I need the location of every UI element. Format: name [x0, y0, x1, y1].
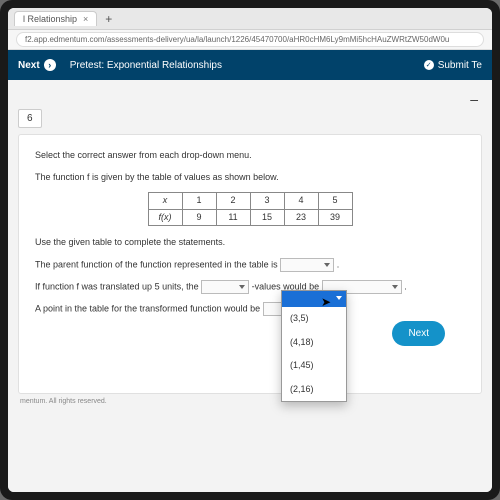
stmt-line4: A point in the table for the transformed…	[35, 302, 465, 316]
minimize-icon[interactable]: –	[470, 91, 478, 107]
dropdown-parent-function[interactable]	[280, 258, 334, 272]
question-card: Select the correct answer from each drop…	[18, 134, 482, 394]
browser-url-bar: f2.app.edmentum.com/assessments-delivery…	[8, 30, 492, 50]
intro-text: The function f is given by the table of …	[35, 171, 465, 185]
url-field[interactable]: f2.app.edmentum.com/assessments-delivery…	[16, 32, 484, 47]
browser-tab[interactable]: l Relationship ×	[14, 11, 97, 26]
arrow-right-icon: ›	[44, 59, 56, 71]
app-header: Next › Pretest: Exponential Relationship…	[8, 50, 492, 80]
stmt-line1: Use the given table to complete the stat…	[35, 236, 465, 250]
dropdown-selected-blank[interactable]	[282, 291, 346, 307]
close-icon[interactable]: ×	[83, 14, 88, 24]
submit-label: Submit Te	[438, 60, 482, 71]
page-title: Pretest: Exponential Relationships	[70, 60, 222, 71]
question-number: 6	[18, 109, 42, 128]
function-table: x 1 2 3 4 5 f(x) 9 11 15 23 39	[148, 192, 353, 226]
footer-text: mentum. All rights reserved.	[18, 394, 482, 409]
new-tab-icon[interactable]: +	[105, 12, 112, 26]
dropdown-option[interactable]: (2,16)	[282, 378, 346, 402]
instruction-text: Select the correct answer from each drop…	[35, 149, 465, 163]
dropdown-values-type[interactable]	[201, 280, 249, 294]
table-row: f(x) 9 11 15 23 39	[148, 209, 352, 226]
next-button[interactable]: Next	[392, 321, 445, 346]
check-icon: ✓	[424, 60, 434, 70]
submit-test-button[interactable]: ✓ Submit Te	[424, 60, 482, 71]
dropdown-option[interactable]: (1,45)	[282, 354, 346, 378]
browser-tab-strip: l Relationship × +	[8, 8, 492, 30]
dropdown-option[interactable]: (3,5)	[282, 307, 346, 331]
tab-title: l Relationship	[23, 14, 77, 24]
stmt-line3: If function f was translated up 5 units,…	[35, 280, 465, 294]
dropdown-option[interactable]: (4,18)	[282, 331, 346, 355]
header-next-label: Next	[18, 60, 40, 71]
stmt-line2: The parent function of the function repr…	[35, 258, 465, 272]
header-next-button[interactable]: Next ›	[18, 59, 56, 71]
content-area: – 6 Select the correct answer from each …	[8, 80, 492, 492]
dropdown-point-open: (3,5) (4,18) (1,45) (2,16)	[281, 290, 347, 402]
table-row: x 1 2 3 4 5	[148, 193, 352, 210]
